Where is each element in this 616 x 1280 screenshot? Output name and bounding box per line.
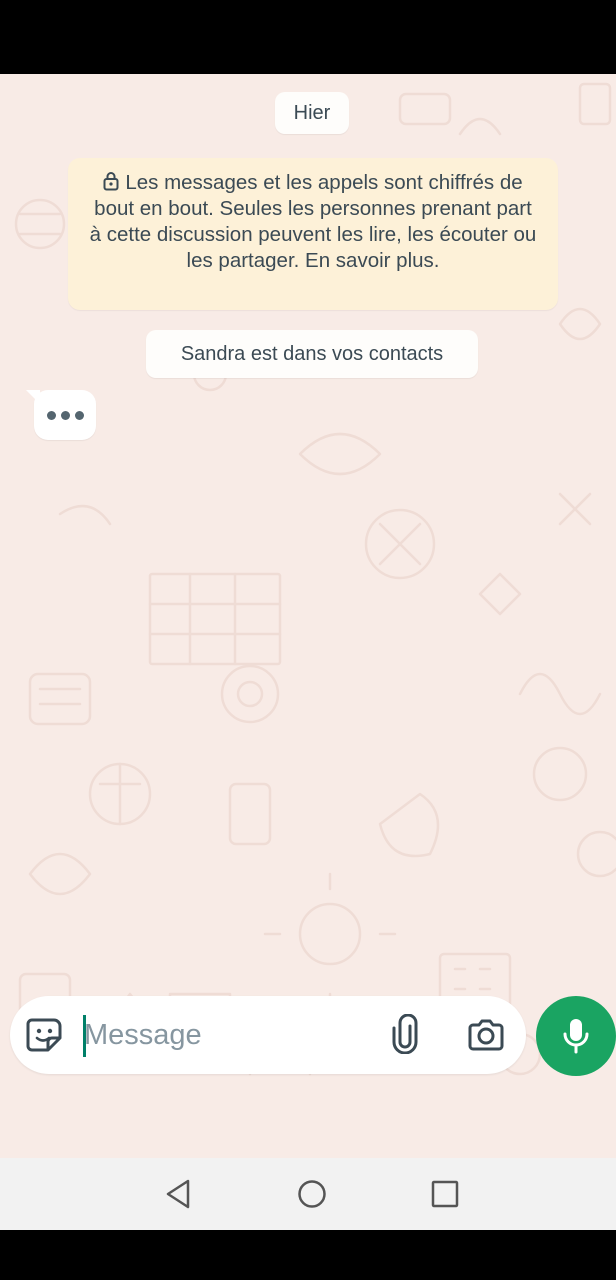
typing-dot <box>60 410 70 420</box>
typing-dot <box>46 410 56 420</box>
system-navigation-bar <box>0 1158 616 1230</box>
message-composer[interactable] <box>10 996 526 1074</box>
home-circle-icon[interactable] <box>294 1176 330 1212</box>
paperclip-icon[interactable] <box>388 1014 422 1054</box>
lock-icon <box>103 172 119 191</box>
status-bar <box>0 0 616 74</box>
contact-notice: Sandra est dans vos contacts <box>146 330 478 378</box>
bubble-tail-icon <box>26 390 40 404</box>
bottom-letterbox <box>0 1230 616 1280</box>
voice-record-button[interactable] <box>536 996 616 1076</box>
message-input[interactable] <box>84 1008 374 1062</box>
recent-apps-square-icon[interactable] <box>427 1176 463 1212</box>
typing-dot <box>74 410 84 420</box>
sticker-icon[interactable] <box>26 1016 64 1054</box>
date-separator: Hier <box>275 92 349 134</box>
back-triangle-icon[interactable] <box>160 1176 196 1212</box>
encryption-notice-text: Les messages et les appels sont chiffrés… <box>89 171 537 272</box>
camera-icon[interactable] <box>466 1016 506 1054</box>
text-caret <box>83 1015 86 1057</box>
encryption-notice[interactable]: Les messages et les appels sont chiffrés… <box>68 158 558 310</box>
typing-indicator <box>26 390 96 440</box>
microphone-icon <box>563 1019 589 1054</box>
